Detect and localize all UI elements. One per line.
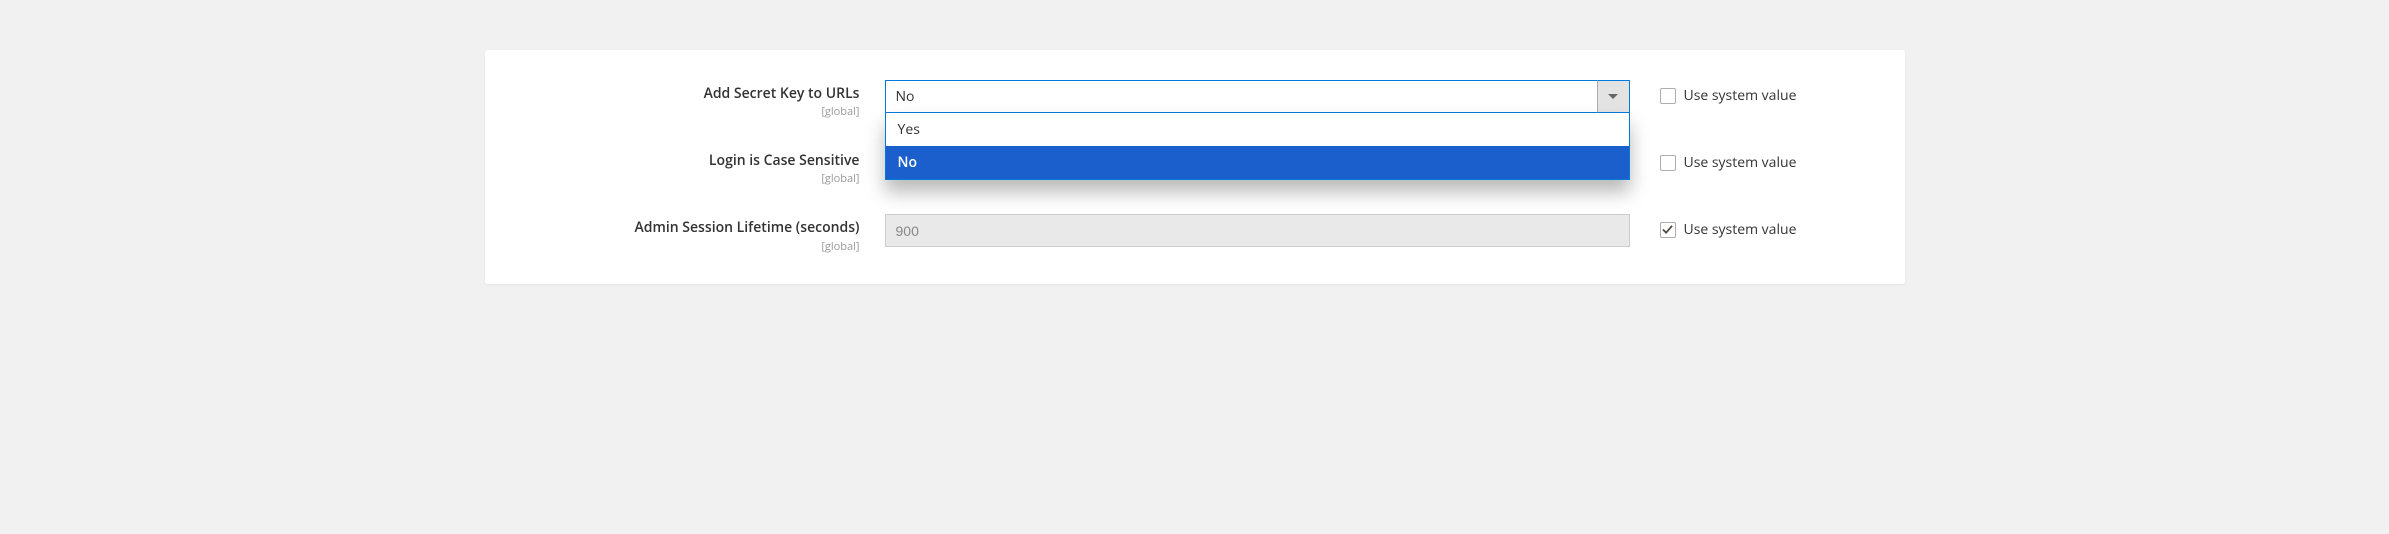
- control-col: [885, 214, 1630, 247]
- dropdown-list: Yes No: [885, 113, 1630, 180]
- use-system-label: Use system value: [1684, 220, 1797, 239]
- check-icon: [1662, 224, 1673, 235]
- control-col: No Yes No: [885, 80, 1630, 113]
- label-col: Admin Session Lifetime (seconds) [global…: [485, 214, 885, 253]
- use-system-label: Use system value: [1684, 86, 1797, 105]
- field-secret-key: Add Secret Key to URLs [global] No Yes N…: [485, 80, 1865, 119]
- dropdown-option-yes[interactable]: Yes: [886, 113, 1629, 146]
- field-session-lifetime: Admin Session Lifetime (seconds) [global…: [485, 214, 1865, 253]
- use-system-label: Use system value: [1684, 153, 1797, 172]
- session-lifetime-input[interactable]: [885, 214, 1630, 247]
- system-value-col: Use system value: [1630, 147, 1797, 172]
- field-label: Add Secret Key to URLs: [704, 84, 860, 103]
- field-label: Admin Session Lifetime (seconds): [635, 218, 860, 237]
- field-label: Login is Case Sensitive: [709, 151, 860, 170]
- select-toggle-button[interactable]: [1597, 80, 1630, 113]
- field-scope: [global]: [485, 239, 860, 254]
- secret-key-select[interactable]: No: [885, 80, 1630, 113]
- label-col: Login is Case Sensitive [global]: [485, 147, 885, 186]
- system-value-col: Use system value: [1630, 214, 1797, 239]
- chevron-down-icon: [1608, 94, 1618, 99]
- use-system-checkbox[interactable]: [1660, 155, 1676, 171]
- use-system-checkbox[interactable]: [1660, 88, 1676, 104]
- field-scope: [global]: [485, 171, 860, 186]
- use-system-checkbox[interactable]: [1660, 222, 1676, 238]
- field-scope: [global]: [485, 104, 860, 119]
- system-value-col: Use system value: [1630, 80, 1797, 105]
- config-panel: Add Secret Key to URLs [global] No Yes N…: [485, 50, 1905, 284]
- label-col: Add Secret Key to URLs [global]: [485, 80, 885, 119]
- select-value[interactable]: No: [885, 80, 1597, 113]
- dropdown-option-no[interactable]: No: [886, 146, 1629, 179]
